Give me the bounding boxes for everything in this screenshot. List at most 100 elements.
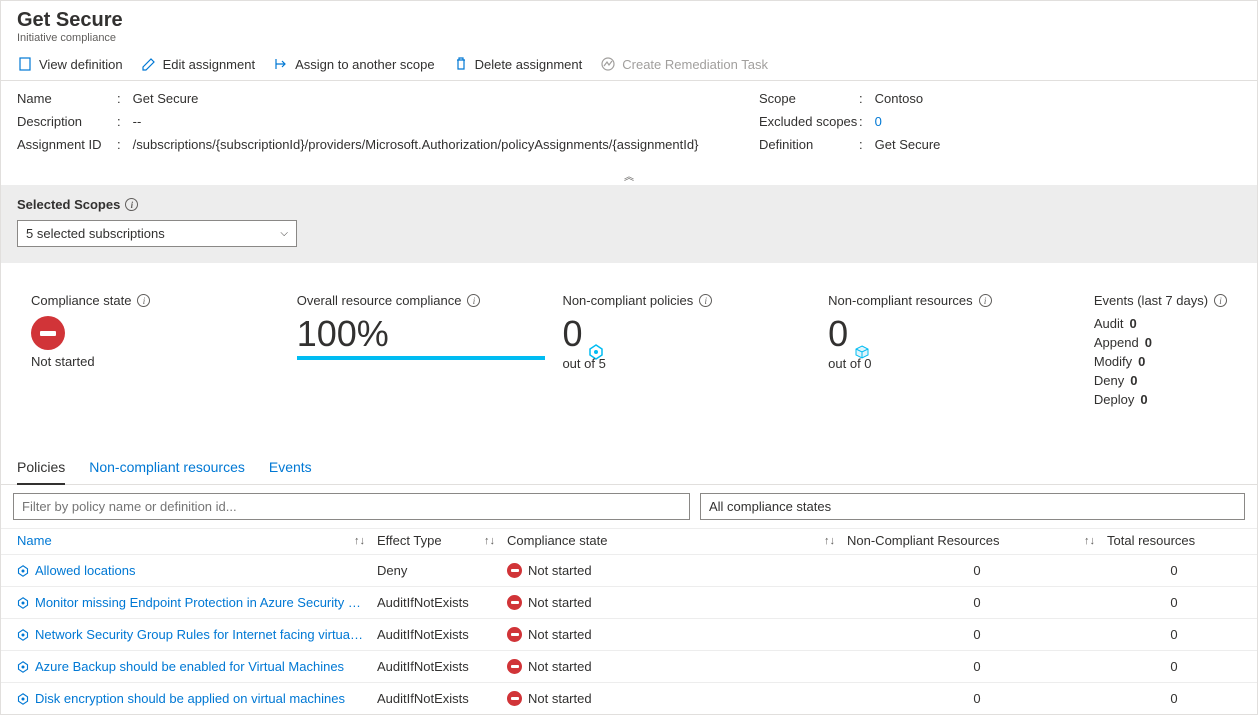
info-icon[interactable]: i <box>1214 294 1227 307</box>
event-audit-value: 0 <box>1130 316 1137 331</box>
delete-icon <box>453 56 469 72</box>
noncomp-policies-caption: out of 5 <box>562 356 818 371</box>
policy-name-link[interactable]: Allowed locations <box>35 563 135 578</box>
compliance-state: Not started <box>528 595 592 610</box>
stats-panel: Compliance statei Not started Overall re… <box>1 263 1257 451</box>
total-count: 0 <box>1107 659 1241 674</box>
table-row: Monitor missing Endpoint Protection in A… <box>1 586 1257 618</box>
policy-hex-icon <box>17 629 29 641</box>
cube-icon <box>854 330 870 346</box>
selected-scopes-section: Selected Scopes i 5 selected subscriptio… <box>1 185 1257 263</box>
policy-filter-input[interactable] <box>13 493 690 520</box>
noncompliant-count: 0 <box>847 659 1107 674</box>
prop-value-excluded[interactable]: 0 <box>875 114 882 129</box>
table-row: Allowed locationsDenyNot started00 <box>1 554 1257 586</box>
prop-label-excl: Excluded scopes <box>759 114 859 129</box>
event-append-label: Append <box>1094 335 1139 350</box>
delete-assignment-button[interactable]: Delete assignment <box>453 56 583 72</box>
noncompliant-count: 0 <box>847 627 1107 642</box>
compliance-state-filter[interactable]: All compliance states <box>700 493 1245 520</box>
remediation-icon <box>600 56 616 72</box>
policy-hex-icon <box>17 661 29 673</box>
compliance-state-card: Compliance statei Not started <box>31 293 287 411</box>
collapse-toggle[interactable]: ︽ <box>1 166 1257 185</box>
table-row: Azure Backup should be enabled for Virtu… <box>1 650 1257 682</box>
info-icon[interactable]: i <box>125 198 138 211</box>
noncomp-policies-value: 0 <box>562 316 582 352</box>
sort-icon[interactable]: ↑↓ <box>824 535 835 547</box>
noncompliant-resources-card: Non-compliant resourcesi 0 out of 0 <box>828 293 1084 411</box>
noncompliant-count: 0 <box>847 691 1107 706</box>
document-icon <box>17 56 33 72</box>
toolbar-label: Edit assignment <box>163 57 256 72</box>
properties-panel: Name:Get Secure Description:-- Assignmen… <box>1 81 1257 166</box>
policy-name-link[interactable]: Network Security Group Rules for Interne… <box>35 627 363 642</box>
col-header-name[interactable]: Name <box>17 533 52 548</box>
sort-icon[interactable]: ↑↓ <box>1084 535 1095 547</box>
col-header-effect[interactable]: Effect Type <box>377 533 442 548</box>
col-header-total[interactable]: Total resources <box>1107 533 1195 548</box>
total-count: 0 <box>1107 563 1241 578</box>
col-header-state[interactable]: Compliance state <box>507 533 607 548</box>
prop-value-def: Get Secure <box>875 137 941 152</box>
prop-value-desc: -- <box>133 114 142 129</box>
create-remediation-button: Create Remediation Task <box>600 56 768 72</box>
overall-compliance-card: Overall resource compliancei 100% <box>297 293 553 411</box>
total-count: 0 <box>1107 595 1241 610</box>
effect-type: Deny <box>377 563 507 578</box>
policies-table: Name↑↓ Effect Type↑↓ Compliance state↑↓ … <box>1 528 1257 714</box>
prop-value-name: Get Secure <box>133 91 199 106</box>
policy-name-link[interactable]: Disk encryption should be applied on vir… <box>35 691 345 706</box>
edit-assignment-button[interactable]: Edit assignment <box>141 56 256 72</box>
tab-policies[interactable]: Policies <box>17 451 65 485</box>
effect-type: AuditIfNotExists <box>377 659 507 674</box>
tab-events[interactable]: Events <box>269 451 312 484</box>
prop-label-desc: Description <box>17 114 117 129</box>
event-append-value: 0 <box>1145 335 1152 350</box>
policy-name-link[interactable]: Monitor missing Endpoint Protection in A… <box>35 595 361 610</box>
tab-noncompliant-resources[interactable]: Non-compliant resources <box>89 451 245 484</box>
noncompliant-count: 0 <box>847 595 1107 610</box>
noncompliant-count: 0 <box>847 563 1107 578</box>
sort-icon[interactable]: ↑↓ <box>354 535 365 547</box>
edit-icon <box>141 56 157 72</box>
page-header: Get Secure Initiative compliance <box>1 1 1257 48</box>
scope-selector[interactable]: 5 selected subscriptions ⌵ <box>17 220 297 247</box>
info-icon[interactable]: i <box>699 294 712 307</box>
toolbar-label: View definition <box>39 57 123 72</box>
chevron-down-icon: ⌵ <box>280 228 288 239</box>
event-modify-label: Modify <box>1094 354 1132 369</box>
toolbar-label: Assign to another scope <box>295 57 434 72</box>
toolbar-label: Delete assignment <box>475 57 583 72</box>
assign-scope-button[interactable]: Assign to another scope <box>273 56 434 72</box>
policy-name-link[interactable]: Azure Backup should be enabled for Virtu… <box>35 659 344 674</box>
col-header-noncomp[interactable]: Non-Compliant Resources <box>847 533 999 548</box>
prop-label-name: Name <box>17 91 117 106</box>
overall-compliance-value: 100% <box>297 316 553 352</box>
noncomp-resources-caption: out of 0 <box>828 356 1084 371</box>
event-deny-label: Deny <box>1094 373 1124 388</box>
view-definition-button[interactable]: View definition <box>17 56 123 72</box>
event-modify-value: 0 <box>1138 354 1145 369</box>
not-started-icon <box>507 595 522 610</box>
policy-hex-icon <box>588 330 604 346</box>
prop-value-aid: /subscriptions/{subscriptionId}/provider… <box>133 137 699 152</box>
assign-arrow-icon <box>273 56 289 72</box>
table-row: Network Security Group Rules for Interne… <box>1 618 1257 650</box>
info-icon[interactable]: i <box>979 294 992 307</box>
selected-scopes-label: Selected Scopes <box>17 197 120 212</box>
command-toolbar: View definition Edit assignment Assign t… <box>1 48 1257 81</box>
info-icon[interactable]: i <box>137 294 150 307</box>
event-deploy-value: 0 <box>1140 392 1147 407</box>
sort-icon[interactable]: ↑↓ <box>484 535 495 547</box>
policy-hex-icon <box>17 565 29 577</box>
compliance-bar <box>297 356 545 360</box>
stat-title: Events (last 7 days) <box>1094 293 1208 308</box>
tabs: Policies Non-compliant resources Events <box>1 451 1257 485</box>
stat-title: Compliance state <box>31 293 131 308</box>
compliance-state: Not started <box>528 659 592 674</box>
info-icon[interactable]: i <box>467 294 480 307</box>
events-card: Events (last 7 days)i Audit0 Append0 Mod… <box>1094 293 1227 411</box>
effect-type: AuditIfNotExists <box>377 627 507 642</box>
effect-type: AuditIfNotExists <box>377 595 507 610</box>
